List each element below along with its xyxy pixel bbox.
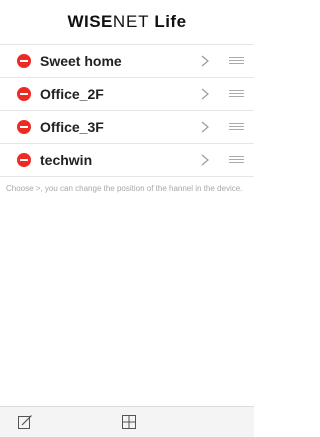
channel-label: Sweet home	[40, 53, 122, 69]
chevron-right-icon[interactable]	[198, 85, 212, 103]
channel-row: Office_3F	[0, 111, 254, 144]
wisenet-life-logo: W ISE NET Life	[67, 12, 186, 32]
remove-circle-icon[interactable]	[17, 87, 31, 101]
channel-label: Office_3F	[40, 119, 104, 135]
channel-list: Sweet home Office_2F Office_3F techwin	[0, 44, 254, 177]
remove-circle-icon[interactable]	[17, 120, 31, 134]
drag-handle-icon[interactable]	[229, 156, 244, 164]
channel-label: Office_2F	[40, 86, 104, 102]
channel-row: Sweet home	[0, 45, 254, 78]
drag-handle-icon[interactable]	[229, 123, 244, 131]
remove-circle-icon[interactable]	[17, 153, 31, 167]
logo-life: Life	[154, 12, 187, 31]
grid-layout-icon[interactable]	[121, 414, 137, 430]
channel-label: techwin	[40, 152, 93, 168]
app-header: W ISE NET Life	[0, 0, 254, 44]
logo-net: NET	[112, 12, 150, 31]
channel-row: techwin	[0, 144, 254, 177]
channel-row: Office_2F	[0, 78, 254, 111]
chevron-right-icon[interactable]	[198, 118, 212, 136]
remove-circle-icon[interactable]	[17, 54, 31, 68]
logo-w: W	[67, 12, 84, 31]
drag-handle-icon[interactable]	[229, 57, 244, 65]
logo-ise: ISE	[84, 12, 113, 31]
edit-icon[interactable]	[17, 414, 33, 430]
bottom-toolbar	[0, 406, 254, 437]
reorder-hint: Choose >, you can change the position of…	[6, 184, 243, 193]
drag-handle-icon[interactable]	[229, 90, 244, 98]
chevron-right-icon[interactable]	[198, 52, 212, 70]
chevron-right-icon[interactable]	[198, 151, 212, 169]
